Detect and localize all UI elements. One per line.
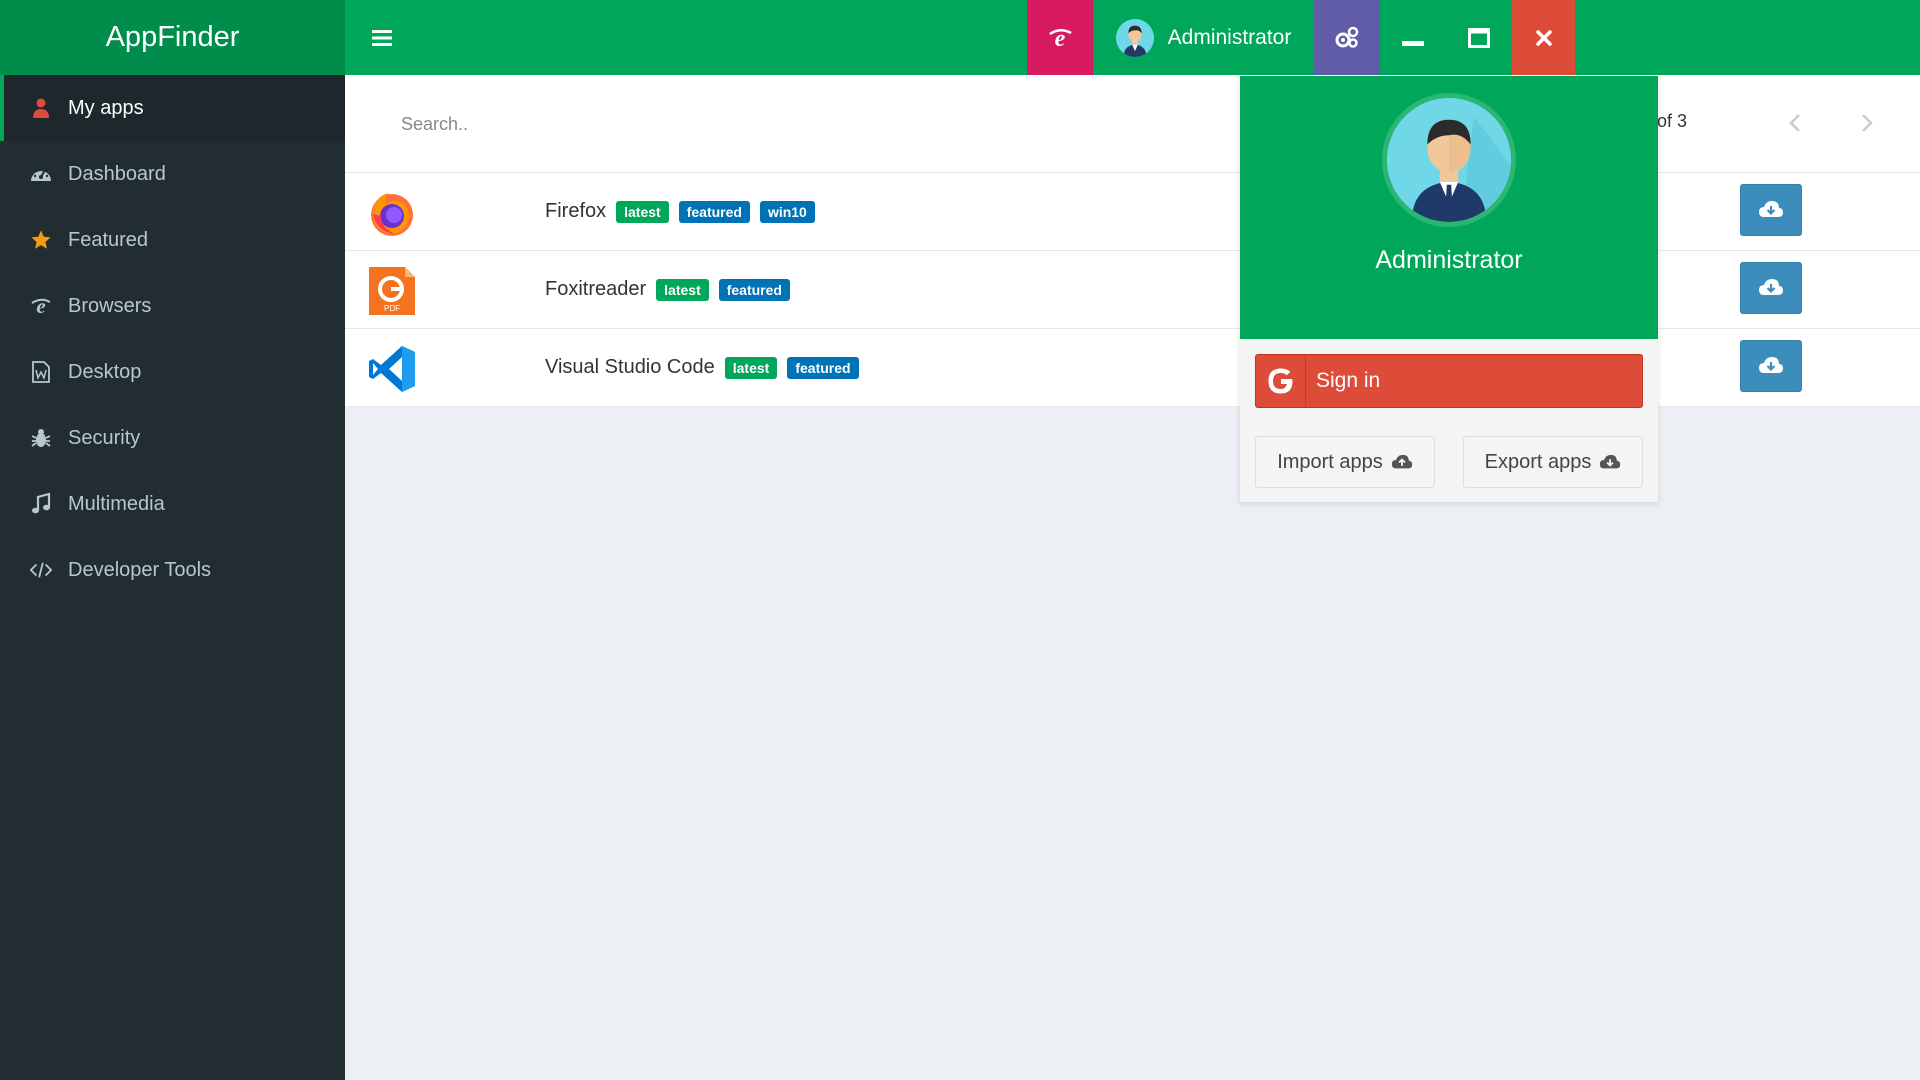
sidebar-item-desktop[interactable]: Desktop xyxy=(0,339,345,405)
sidebar-item-dashboard[interactable]: Dashboard xyxy=(0,141,345,207)
sidebar-item-label: Dashboard xyxy=(68,162,166,185)
app-list: Firefox latest featured win10 PDF Foxitr… xyxy=(345,173,1920,407)
sidebar-item-developer-tools[interactable]: Developer Tools xyxy=(0,537,345,603)
app-name: Visual Studio Code xyxy=(545,356,715,378)
document-icon xyxy=(30,361,52,383)
user-name: Administrator xyxy=(1375,246,1523,274)
badge-featured: featured xyxy=(787,356,859,379)
main-content: of 3 Firefox latest featured xyxy=(345,75,1920,1080)
next-page-button[interactable] xyxy=(1847,105,1887,141)
badge-featured: featured xyxy=(718,278,790,301)
app-title: Foxitreader latest featured xyxy=(545,278,790,301)
brand-logo[interactable]: AppFinder xyxy=(0,0,345,75)
sidebar-item-multimedia[interactable]: Multimedia xyxy=(0,471,345,537)
google-signin-button[interactable]: Sign in xyxy=(1255,354,1643,408)
svg-text:e: e xyxy=(36,295,45,317)
app-title: Visual Studio Code latest featured xyxy=(545,356,859,379)
google-icon xyxy=(1256,355,1306,407)
cloud-download-icon xyxy=(1759,201,1783,217)
import-apps-label: Import apps xyxy=(1277,450,1383,473)
bug-icon xyxy=(30,427,52,449)
star-icon xyxy=(30,229,52,251)
app-row-vscode: Visual Studio Code latest featured xyxy=(345,329,1920,407)
user-name: Administrator xyxy=(1167,25,1292,49)
export-apps-button[interactable]: Export apps xyxy=(1463,436,1643,488)
chevron-right-icon xyxy=(1862,114,1873,132)
code-icon xyxy=(30,559,52,581)
minimize-button[interactable] xyxy=(1380,0,1446,75)
download-button[interactable] xyxy=(1740,262,1802,314)
sidebar-item-label: My apps xyxy=(68,96,144,119)
svg-text:PDF: PDF xyxy=(384,304,400,313)
brand-name: AppFinder xyxy=(105,21,240,53)
foxitreader-icon: PDF xyxy=(367,266,417,316)
badge-latest: latest xyxy=(724,356,778,379)
sidebar-item-featured[interactable]: Featured xyxy=(0,207,345,273)
badge-featured: featured xyxy=(678,200,750,223)
signin-label: Sign in xyxy=(1316,369,1381,392)
sidebar-item-my-apps[interactable]: My apps xyxy=(0,75,345,141)
sidebar-item-label: Desktop xyxy=(68,360,142,383)
prev-page-button[interactable] xyxy=(1775,105,1815,141)
app-name: Firefox xyxy=(545,200,607,222)
download-button[interactable] xyxy=(1740,340,1802,392)
search-input[interactable] xyxy=(385,103,1185,145)
import-apps-button[interactable]: Import apps xyxy=(1255,436,1435,488)
user-menu-button[interactable]: Administrator xyxy=(1093,0,1314,75)
sidebar-toggle-button[interactable] xyxy=(365,22,399,54)
settings-button[interactable] xyxy=(1314,0,1380,75)
sidebar-item-browsers[interactable]: e Browsers xyxy=(0,273,345,339)
internet-explorer-icon: e xyxy=(30,295,52,317)
close-icon xyxy=(1535,29,1552,46)
sidebar-item-label: Security xyxy=(68,426,141,449)
minimize-icon xyxy=(1402,40,1424,46)
app-row-firefox: Firefox latest featured win10 xyxy=(345,173,1920,251)
hamburger-icon xyxy=(372,30,392,46)
internet-explorer-icon: e xyxy=(1049,26,1072,51)
download-button[interactable] xyxy=(1740,184,1802,236)
cloud-download-icon xyxy=(1600,454,1621,468)
chevron-left-icon xyxy=(1789,114,1800,132)
sidebar-item-label: Multimedia xyxy=(68,492,165,515)
music-icon xyxy=(30,493,52,515)
close-button[interactable] xyxy=(1512,0,1575,75)
vscode-icon xyxy=(367,344,417,394)
pagination-text: of 3 xyxy=(1657,111,1688,131)
gears-icon xyxy=(1335,26,1359,48)
badge-latest: latest xyxy=(656,278,709,301)
cloud-download-icon xyxy=(1759,279,1783,295)
search-bar: of 3 xyxy=(345,75,1920,173)
dashboard-icon xyxy=(30,163,52,185)
badge-latest: latest xyxy=(616,200,669,223)
sidebar-item-label: Developer Tools xyxy=(68,558,212,581)
maximize-button[interactable] xyxy=(1446,0,1512,75)
export-apps-label: Export apps xyxy=(1484,450,1592,473)
cloud-download-icon xyxy=(1759,357,1783,373)
user-icon xyxy=(30,97,52,119)
app-name: Foxitreader xyxy=(545,278,647,300)
badge-win10: win10 xyxy=(759,200,815,223)
avatar xyxy=(1382,93,1516,227)
browser-button[interactable]: e xyxy=(1027,0,1093,75)
firefox-icon xyxy=(367,188,417,238)
avatar xyxy=(1115,18,1154,57)
sidebar: My apps Dashboard Featured e Browsers De… xyxy=(0,75,345,1080)
cloud-upload-icon xyxy=(1391,454,1412,468)
sidebar-item-security[interactable]: Security xyxy=(0,405,345,471)
user-dropdown: Administrator Sign in Import apps Export… xyxy=(1240,76,1658,502)
app-row-foxitreader: PDF Foxitreader latest featured xyxy=(345,251,1920,329)
user-header: Administrator xyxy=(1240,76,1658,339)
maximize-icon xyxy=(1468,27,1490,48)
sidebar-item-label: Browsers xyxy=(68,294,152,317)
sidebar-item-label: Featured xyxy=(68,228,149,251)
app-title: Firefox latest featured win10 xyxy=(545,200,815,223)
